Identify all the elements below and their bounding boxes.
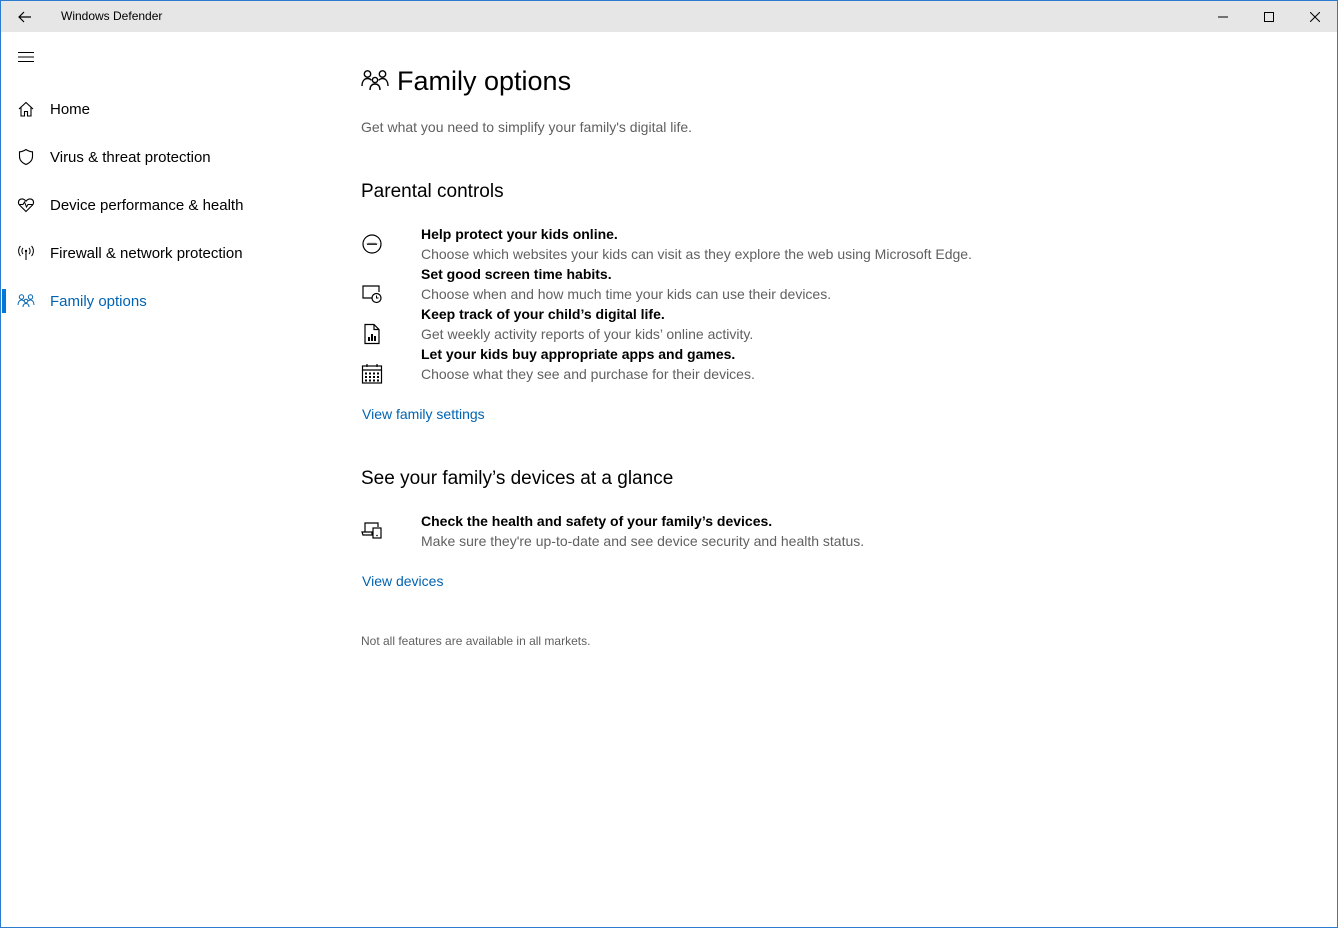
close-icon bbox=[1310, 11, 1320, 22]
minimize-button[interactable] bbox=[1200, 1, 1246, 32]
feature-title: Keep track of your child’s digital life. bbox=[421, 306, 665, 322]
sidebar-item-family-options[interactable]: Family options bbox=[1, 281, 321, 321]
family-icon bbox=[361, 68, 389, 94]
antenna-icon bbox=[16, 243, 36, 263]
sidebar-item-home[interactable]: Home bbox=[1, 89, 321, 129]
view-devices-link[interactable]: View devices bbox=[362, 573, 443, 589]
feature-title: Let your kids buy appropriate apps and g… bbox=[421, 346, 736, 362]
feature-title: Set good screen time habits. bbox=[421, 266, 612, 282]
close-button[interactable] bbox=[1292, 1, 1337, 32]
availability-footnote: Not all features are available in all ma… bbox=[361, 634, 591, 648]
feature-title: Help protect your kids online. bbox=[421, 226, 618, 242]
report-icon bbox=[361, 323, 383, 345]
active-indicator bbox=[2, 289, 6, 313]
feature-description: Make sure they're up-to-date and see dev… bbox=[421, 533, 865, 549]
maximize-button[interactable] bbox=[1246, 1, 1292, 32]
section-heading-family-devices: See your family’s devices at a glance bbox=[361, 468, 674, 489]
page-title: Family options bbox=[397, 65, 572, 96]
page-subtitle: Get what you need to simplify your famil… bbox=[361, 119, 693, 135]
home-icon bbox=[16, 99, 36, 119]
feature-description: Choose what they see and purchase for th… bbox=[421, 366, 755, 382]
sidebar-item-label: Firewall & network protection bbox=[50, 244, 243, 262]
sidebar-item-label: Home bbox=[50, 100, 91, 118]
feature-description: Get weekly activity reports of your kids… bbox=[421, 326, 754, 342]
hamburger-icon bbox=[18, 51, 34, 63]
menu-button[interactable] bbox=[10, 43, 42, 71]
sidebar-item-label: Virus & threat protection bbox=[50, 148, 211, 166]
arrow-left-icon bbox=[18, 11, 31, 22]
page-header: Family options bbox=[361, 61, 571, 101]
family-icon bbox=[16, 291, 36, 311]
emoji-face-icon bbox=[361, 233, 383, 255]
view-family-settings-link[interactable]: View family settings bbox=[362, 406, 485, 422]
sidebar-item-label: Family options bbox=[50, 292, 147, 310]
sidebar-item-virus-threat-protection[interactable]: Virus & threat protection bbox=[1, 137, 321, 177]
section-heading-parental-controls: Parental controls bbox=[361, 181, 504, 202]
feature-description: Choose which websites your kids can visi… bbox=[421, 246, 972, 262]
sidebar-item-device-performance-health[interactable]: Device performance & health bbox=[1, 185, 321, 225]
calendar-icon bbox=[361, 363, 383, 385]
feature-description: Choose when and how much time your kids … bbox=[421, 286, 832, 302]
back-button[interactable] bbox=[1, 1, 49, 32]
shield-icon bbox=[16, 147, 36, 167]
minimize-icon bbox=[1218, 16, 1228, 17]
heart-icon bbox=[16, 195, 36, 215]
maximize-icon bbox=[1264, 11, 1274, 22]
sidebar-item-label: Device performance & health bbox=[50, 196, 244, 214]
title-bar: Windows Defender bbox=[1, 1, 1337, 32]
screen-clock-icon bbox=[361, 283, 383, 305]
sidebar-item-firewall-network-protection[interactable]: Firewall & network protection bbox=[1, 233, 321, 273]
app-window: Windows Defender Home Virus & threat pro… bbox=[0, 0, 1338, 928]
window-title: Windows Defender bbox=[61, 9, 163, 23]
devices-icon bbox=[361, 520, 383, 542]
feature-title: Check the health and safety of your fami… bbox=[421, 513, 773, 529]
